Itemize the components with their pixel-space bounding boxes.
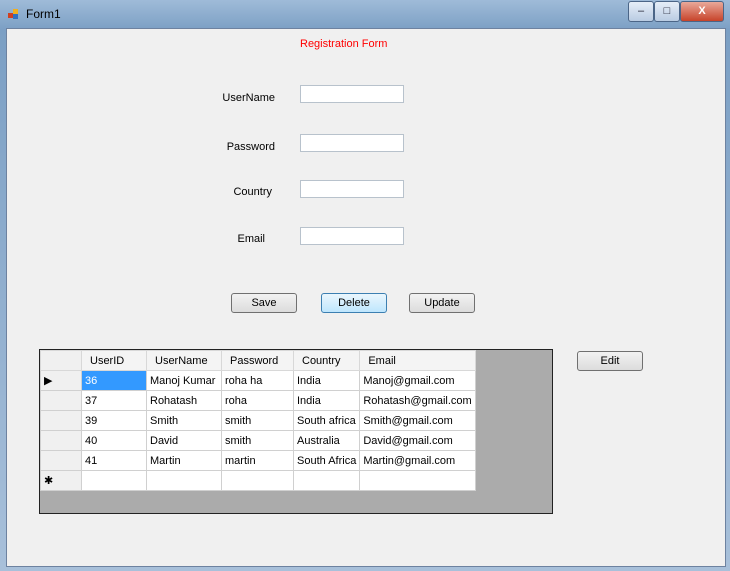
table-row[interactable]: 39 Smith smith South africa Smith@gmail.com: [40, 410, 476, 431]
cell-password[interactable]: roha ha: [221, 370, 294, 391]
cell-email[interactable]: Smith@gmail.com: [359, 410, 476, 431]
save-button[interactable]: Save: [231, 293, 297, 313]
row-header[interactable]: ▶: [40, 370, 82, 391]
column-header-password[interactable]: Password: [221, 350, 294, 371]
edit-button[interactable]: Edit: [577, 351, 643, 371]
cell-email[interactable]: Martin@gmail.com: [359, 450, 476, 471]
column-header-country[interactable]: Country: [292, 350, 361, 371]
row-header[interactable]: [40, 390, 82, 411]
users-data-grid[interactable]: UserID UserName Password Country Email ▶…: [39, 349, 553, 514]
cell-username[interactable]: Smith: [146, 410, 222, 431]
cell-username[interactable]: Martin: [146, 450, 222, 471]
password-input[interactable]: [300, 134, 404, 152]
cell-username[interactable]: Manoj Kumar: [146, 370, 222, 391]
new-cell-password[interactable]: [221, 470, 294, 491]
cell-email[interactable]: Rohatash@gmail.com: [359, 390, 476, 411]
column-header-userid[interactable]: UserID: [81, 350, 147, 371]
email-input[interactable]: [300, 227, 404, 245]
maximize-button[interactable]: □: [654, 1, 680, 22]
new-row-icon[interactable]: ✱: [40, 470, 82, 491]
grid-header-row: UserID UserName Password Country Email: [40, 350, 476, 371]
column-header-username[interactable]: UserName: [146, 350, 222, 371]
cell-username[interactable]: Rohatash: [146, 390, 222, 411]
cell-userid[interactable]: 39: [81, 410, 147, 431]
new-row[interactable]: ✱: [40, 470, 476, 491]
row-header[interactable]: [40, 450, 82, 471]
new-cell-userid[interactable]: [81, 470, 147, 491]
cell-country[interactable]: India: [292, 390, 361, 411]
username-label: UserName: [222, 92, 275, 104]
new-cell-email[interactable]: [359, 470, 476, 491]
table-row[interactable]: 40 David smith Australia David@gmail.com: [40, 430, 476, 451]
cell-password[interactable]: smith: [221, 430, 294, 451]
cell-country[interactable]: India: [292, 370, 361, 391]
cell-country[interactable]: South Africa: [292, 450, 361, 471]
password-label: Password: [226, 141, 275, 153]
update-button[interactable]: Update: [409, 293, 475, 313]
delete-button[interactable]: Delete: [321, 293, 387, 313]
close-button[interactable]: X: [680, 1, 724, 22]
country-input[interactable]: [300, 180, 404, 198]
cell-password[interactable]: roha: [221, 390, 294, 411]
cell-userid[interactable]: 40: [81, 430, 147, 451]
username-input[interactable]: [300, 85, 404, 103]
minimize-button[interactable]: –: [628, 1, 654, 22]
cell-password[interactable]: smith: [221, 410, 294, 431]
app-icon: [8, 9, 20, 19]
cell-email[interactable]: Manoj@gmail.com: [359, 370, 476, 391]
new-cell-country[interactable]: [292, 470, 361, 491]
cell-userid[interactable]: 37: [81, 390, 147, 411]
country-label: Country: [233, 186, 272, 198]
new-cell-username[interactable]: [146, 470, 222, 491]
cell-country[interactable]: South africa: [292, 410, 361, 431]
window-title: Form1: [26, 7, 61, 21]
cell-country[interactable]: Australia: [292, 430, 361, 451]
row-header[interactable]: [40, 430, 82, 451]
form-heading: Registration Form: [300, 38, 388, 50]
cell-userid[interactable]: 41: [81, 450, 147, 471]
cell-userid[interactable]: 36: [81, 370, 147, 391]
cell-password[interactable]: martin: [221, 450, 294, 471]
window: Form1 – □ X Registration Form UserName P…: [0, 0, 730, 571]
table-row[interactable]: ▶ 36 Manoj Kumar roha ha India Manoj@gmail.co…: [40, 370, 476, 391]
column-header-email[interactable]: Email: [359, 350, 476, 371]
table-row[interactable]: 41 Martin martin South Africa Martin@gmail.c…: [40, 450, 476, 471]
cell-username[interactable]: David: [146, 430, 222, 451]
email-label: Email: [237, 233, 265, 245]
row-header-corner: [40, 350, 82, 371]
row-header[interactable]: [40, 410, 82, 431]
table-row[interactable]: 37 Rohatash roha India Rohatash@gmail.com: [40, 390, 476, 411]
cell-email[interactable]: David@gmail.com: [359, 430, 476, 451]
